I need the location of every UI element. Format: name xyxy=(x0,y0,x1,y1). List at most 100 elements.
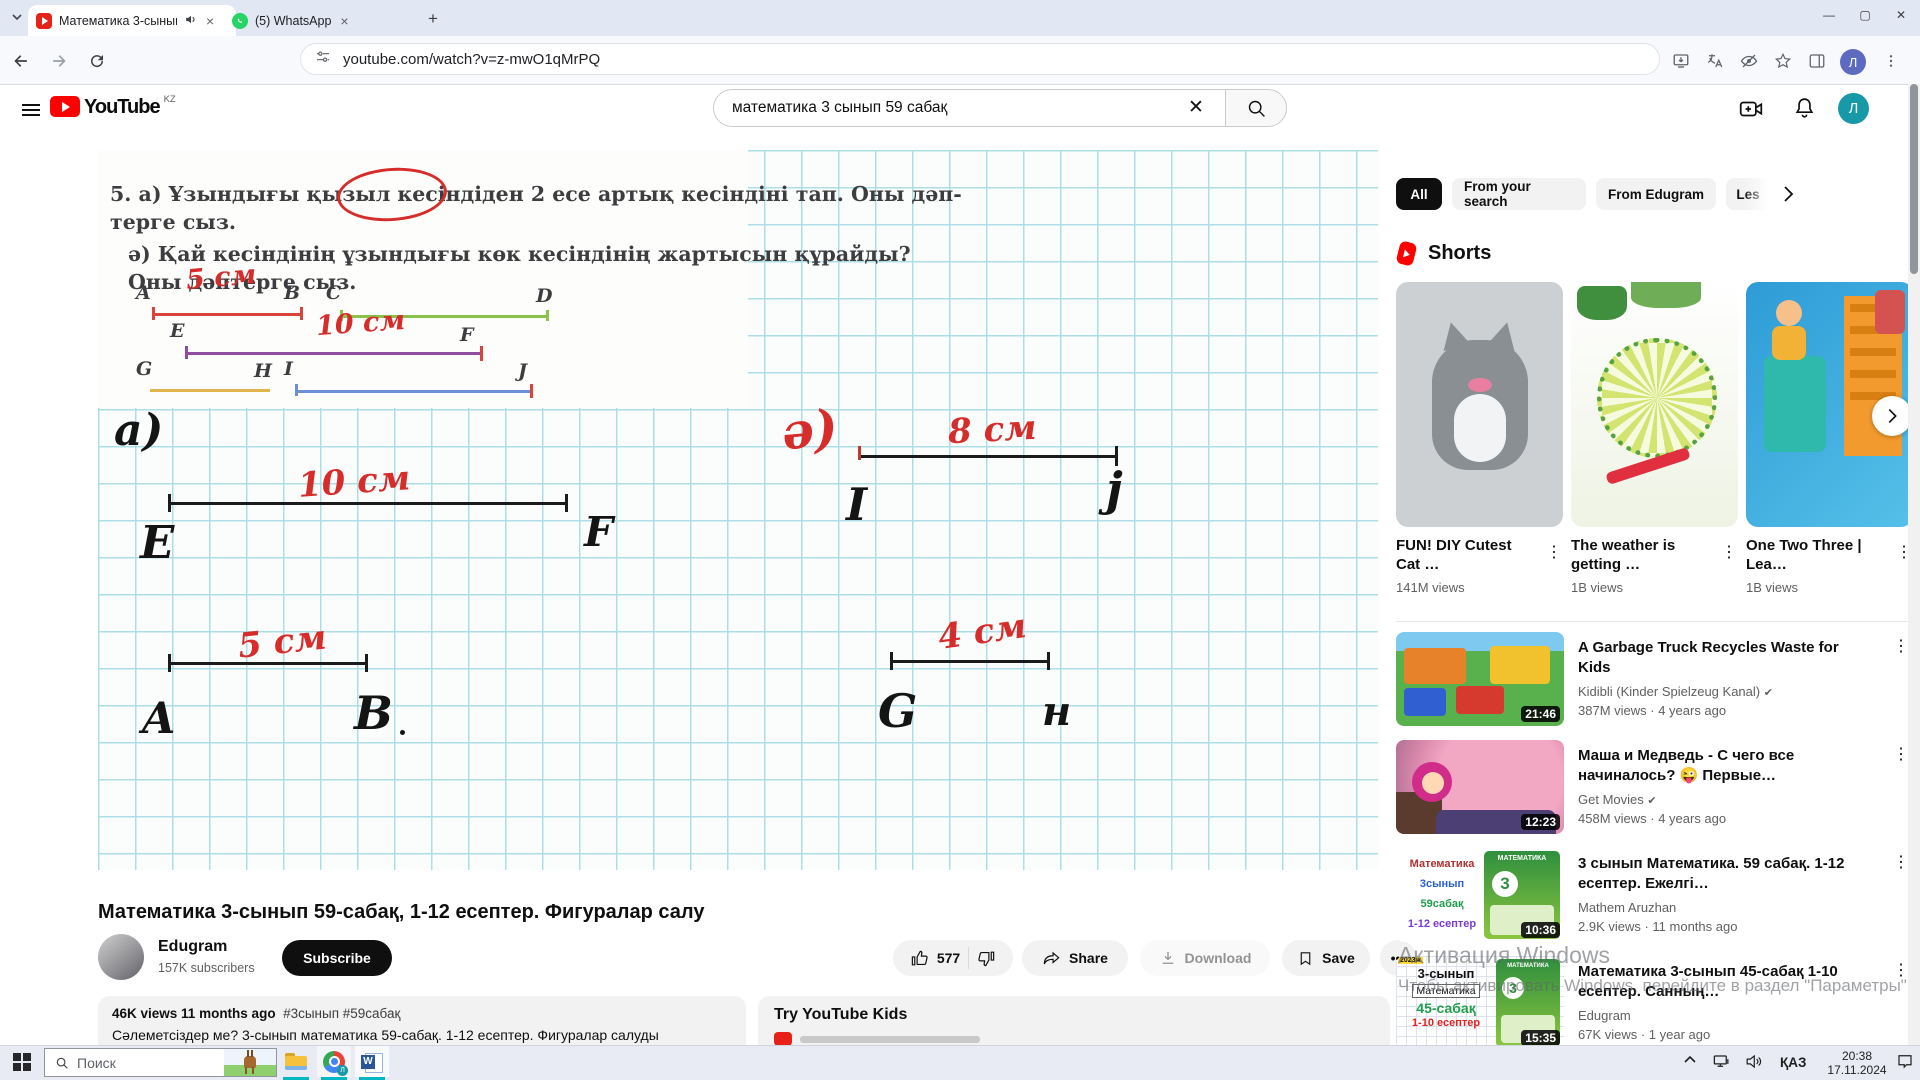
like-dislike-pill[interactable]: 577 xyxy=(893,940,1013,976)
duration-badge: 21:46 xyxy=(1521,706,1560,722)
reload-icon[interactable] xyxy=(84,48,110,74)
suggested-kebab-icon[interactable]: ⋮ xyxy=(1893,744,1909,764)
description-hashtags[interactable]: #3сынып #59сабақ xyxy=(283,1006,400,1021)
browser-profile-avatar[interactable]: Л xyxy=(1840,49,1866,75)
segment-label: A xyxy=(136,282,151,304)
taskbar-word[interactable]: W xyxy=(355,1046,389,1077)
youtube-account-avatar[interactable]: Л xyxy=(1838,93,1869,124)
drawn-label: G xyxy=(878,684,917,738)
kids-promo-title: Try YouTube Kids xyxy=(774,1006,1374,1024)
url-text[interactable]: youtube.com/watch?v=z-mwO1qMrPQ xyxy=(343,51,600,68)
channel-name[interactable]: Edugram xyxy=(158,938,227,956)
volume-icon[interactable] xyxy=(1744,1052,1763,1076)
tick xyxy=(365,654,368,672)
youtube-wordmark: YouTube xyxy=(84,96,160,119)
suggested-thumbnail[interactable]: Математика 3сынып 59сабақ 1-12 есептер М… xyxy=(1396,848,1564,942)
side-panel-icon[interactable] xyxy=(1804,48,1830,74)
browser-menu-kebab-icon[interactable] xyxy=(1878,48,1904,74)
filter-chip-clipped[interactable]: Les xyxy=(1726,178,1770,210)
shorts-scroll-right-button[interactable] xyxy=(1872,396,1912,436)
suggested-title[interactable]: 3 сынып Математика. 59 сабақ. 1-12 есепт… xyxy=(1578,854,1874,894)
tab-search-chevron-icon[interactable] xyxy=(10,10,24,29)
suggested-channel[interactable]: Edugram xyxy=(1578,1008,1631,1023)
suggested-thumbnail[interactable]: 21:46 xyxy=(1396,632,1564,726)
network-icon[interactable] xyxy=(1712,1052,1731,1076)
youtube-favicon-icon xyxy=(36,13,52,29)
windows-activation-watermark: Активация Windows xyxy=(1398,942,1610,969)
search-button[interactable] xyxy=(1225,89,1287,127)
share-button[interactable]: Share xyxy=(1022,940,1128,976)
suggested-title[interactable]: A Garbage Truck Recycles Waste for Kids xyxy=(1578,638,1874,678)
start-button[interactable] xyxy=(13,1053,31,1071)
browser-tab-active[interactable]: Математика 3-сынып 59-с × xyxy=(28,5,236,36)
search-clear-icon[interactable]: ✕ xyxy=(1188,96,1204,119)
suggested-title[interactable]: Маша и Медведь - С чего все начиналось? … xyxy=(1578,746,1874,786)
bookmark-star-icon[interactable] xyxy=(1770,48,1796,74)
download-button[interactable]: Download xyxy=(1140,940,1270,976)
segment-EF-line xyxy=(185,352,482,355)
suggested-channel[interactable]: Mathem Aruzhan xyxy=(1578,900,1676,915)
suggested-channel[interactable]: Kidibli (Kinder Spielzeug Kanal) ✔ xyxy=(1578,684,1773,699)
search-input[interactable]: математика 3 сынып 59 сабақ xyxy=(713,89,1225,127)
language-indicator[interactable]: ҚАЗ xyxy=(1780,1055,1806,1070)
create-video-icon[interactable] xyxy=(1738,96,1764,127)
shorts-card-1[interactable] xyxy=(1396,282,1563,527)
save-button[interactable]: Save xyxy=(1282,940,1370,976)
back-icon[interactable] xyxy=(8,48,34,74)
save-bookmark-icon xyxy=(1297,950,1314,967)
suggested-thumbnail[interactable]: 2023ж 3-сынып Математика 45-сабақ 1-10 е… xyxy=(1396,956,1564,1050)
subscribe-button[interactable]: Subscribe xyxy=(282,940,392,976)
menu-hamburger-icon[interactable] xyxy=(22,101,40,119)
window-maximize-button[interactable]: ▢ xyxy=(1848,0,1882,30)
tray-chevron-icon[interactable] xyxy=(1682,1052,1698,1073)
shorts-card-2[interactable] xyxy=(1571,282,1738,527)
video-player[interactable]: 5. а) Ұзындығы қызыл кесіндіден 2 есе ар… xyxy=(98,150,1378,870)
tick xyxy=(168,494,171,512)
tab-close-icon[interactable]: × xyxy=(204,14,216,28)
suggested-thumbnail[interactable]: 12:23 xyxy=(1396,740,1564,834)
tab-audio-icon[interactable] xyxy=(184,13,197,29)
new-tab-button[interactable]: + xyxy=(428,9,438,29)
search-icon xyxy=(55,1056,69,1070)
duration-badge: 12:23 xyxy=(1521,814,1560,830)
taskbar-clock[interactable]: 20:38 17.11.2024 xyxy=(1820,1049,1894,1077)
suggested-kebab-icon[interactable]: ⋮ xyxy=(1893,636,1909,656)
filter-chip-from-edugram[interactable]: From Edugram xyxy=(1596,178,1716,210)
length-annotation: 10 см xyxy=(315,305,406,342)
password-eye-icon[interactable] xyxy=(1736,48,1762,74)
segment-label: D xyxy=(536,285,552,307)
drawn-length: 10 см xyxy=(297,458,412,506)
taskbar-search-box[interactable]: Поиск xyxy=(44,1048,277,1077)
address-bar[interactable]: youtube.com/watch?v=z-mwO1qMrPQ xyxy=(300,43,1660,75)
shorts-title[interactable]: One Two Three | Lea… xyxy=(1746,536,1878,574)
page-scrollbar-thumb[interactable] xyxy=(1910,84,1918,274)
taskbar-file-explorer[interactable] xyxy=(279,1046,313,1077)
translate-icon[interactable] xyxy=(1702,48,1728,74)
tick xyxy=(858,446,861,460)
notifications-bell-icon[interactable] xyxy=(1792,96,1817,126)
site-settings-icon[interactable] xyxy=(315,49,331,70)
youtube-logo[interactable]: YouTube KZ xyxy=(50,96,176,119)
shorts-kebab-icon[interactable]: ⋮ xyxy=(1721,542,1737,562)
suggested-kebab-icon[interactable]: ⋮ xyxy=(1893,852,1909,872)
shorts-title[interactable]: The weather is getting … xyxy=(1571,536,1703,574)
drawn-label: B xyxy=(354,686,393,740)
chips-scroll-right-icon[interactable] xyxy=(1776,182,1800,211)
filter-chip-all[interactable]: All xyxy=(1396,178,1442,210)
filter-chip-from-your-search[interactable]: From your search xyxy=(1452,178,1586,210)
forward-icon[interactable] xyxy=(46,48,72,74)
suggested-meta: 458M views · 4 years ago xyxy=(1578,811,1726,826)
channel-avatar[interactable] xyxy=(98,934,144,980)
window-close-button[interactable]: ✕ xyxy=(1884,0,1918,30)
browser-tab-whatsapp[interactable]: (5) WhatsApp × xyxy=(224,5,428,36)
shorts-title[interactable]: FUN! DIY Cutest Cat … xyxy=(1396,536,1528,574)
suggested-channel[interactable]: Get Movies ✔ xyxy=(1578,792,1657,807)
install-app-icon[interactable] xyxy=(1668,48,1694,74)
drawn-label: н xyxy=(1042,688,1071,735)
taskbar-chrome[interactable]: Л xyxy=(317,1046,351,1077)
description-meta: 46K views 11 months ago xyxy=(112,1006,276,1021)
shorts-kebab-icon[interactable]: ⋮ xyxy=(1546,542,1562,562)
tab-close-icon[interactable]: × xyxy=(338,14,350,28)
window-minimize-button[interactable]: — xyxy=(1812,0,1846,30)
action-center-icon[interactable] xyxy=(1896,1052,1914,1075)
